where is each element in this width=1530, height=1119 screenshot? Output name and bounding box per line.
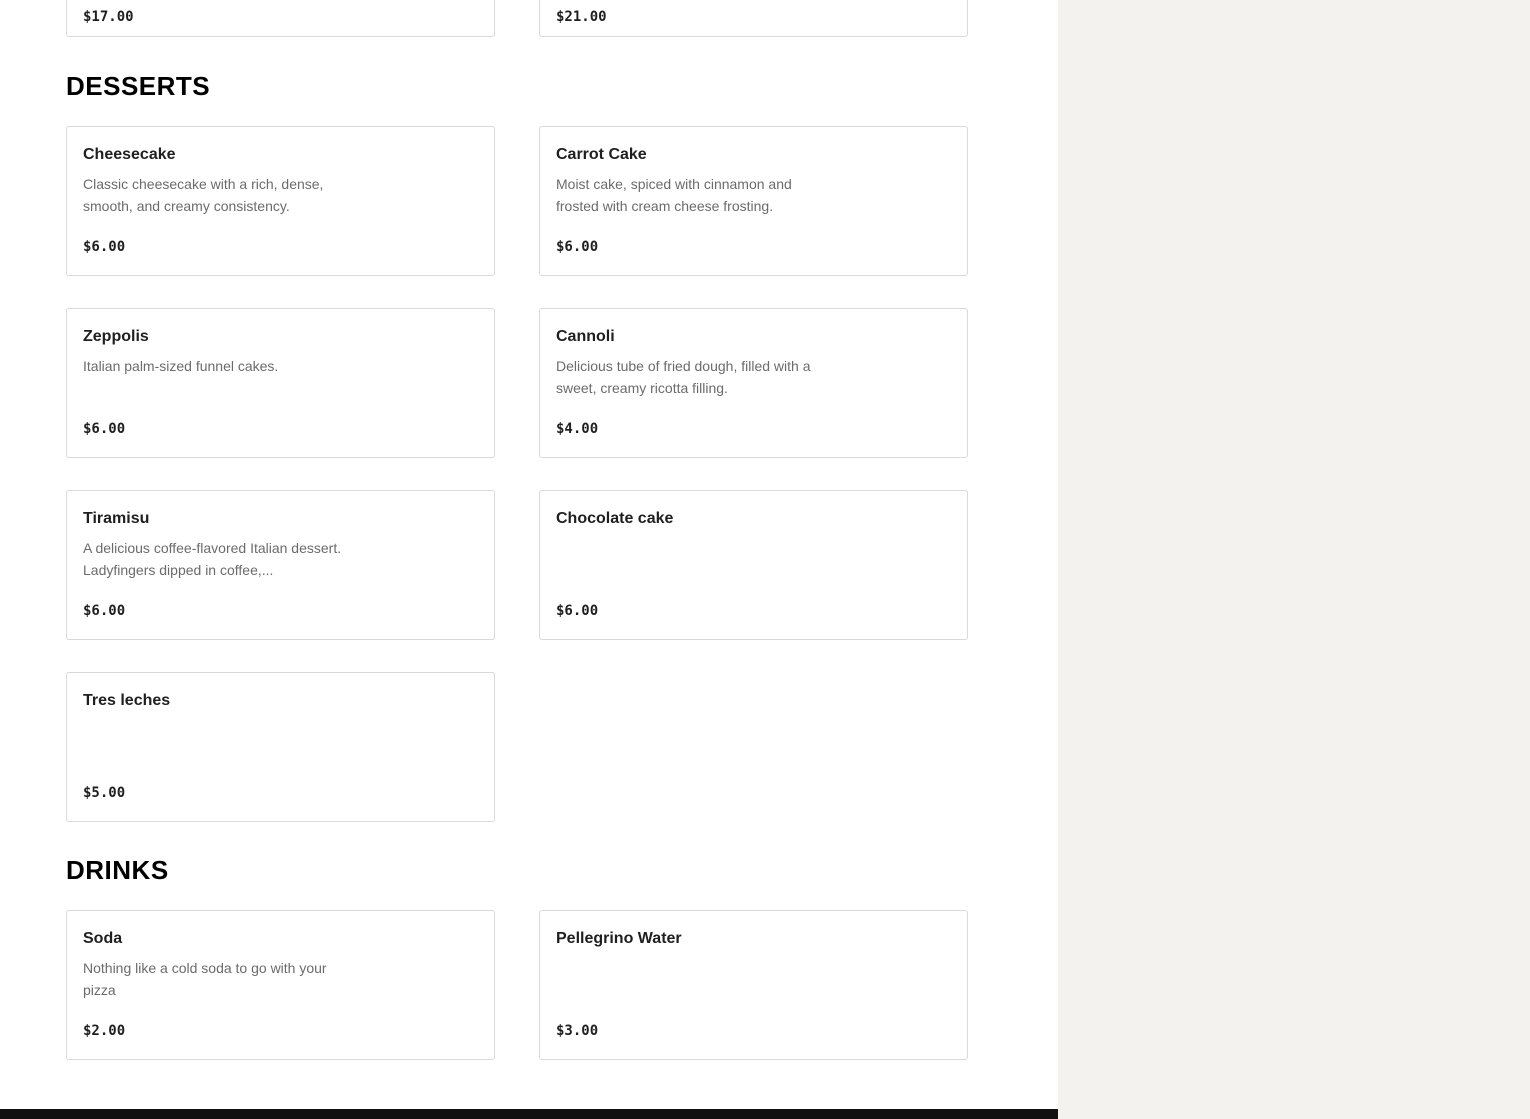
item-name: Chocolate cake: [556, 510, 674, 527]
menu-item-tres-leches[interactable]: Tres leches $5.00: [66, 672, 495, 822]
menu-item-soda[interactable]: Soda Nothing like a cold soda to go with…: [66, 910, 495, 1060]
item-description: Italian palm-sized funnel cakes.: [83, 358, 279, 374]
menu-main-column: $17.00 $21.00 DESSERTS Cheesecake Classi…: [0, 0, 1058, 1119]
item-name: Tres leches: [83, 692, 171, 709]
item-price: $5.00: [83, 785, 126, 801]
side-panel: [1058, 0, 1530, 1119]
item-name: Cheesecake: [83, 146, 176, 163]
section-title-desserts: DESSERTS: [66, 71, 211, 101]
item-description: A delicious coffee-flavored Italian dess…: [83, 540, 342, 578]
menu-item-cannoli[interactable]: Cannoli Delicious tube of fried dough, f…: [539, 308, 968, 458]
menu-item-pellegrino-water[interactable]: Pellegrino Water $3.00: [539, 910, 968, 1060]
item-price: $6.00: [556, 603, 599, 619]
item-description: Classic cheesecake with a rich, dense, s…: [83, 176, 324, 214]
item-price: $21.00: [556, 9, 607, 25]
menu-item-chocolate-cake[interactable]: Chocolate cake $6.00: [539, 490, 968, 640]
item-description: Delicious tube of fried dough, filled wi…: [556, 358, 811, 396]
item-price: $4.00: [556, 421, 599, 437]
menu-item-tiramisu[interactable]: Tiramisu A delicious coffee-flavored Ita…: [66, 490, 495, 640]
item-price: $17.00: [83, 9, 134, 25]
item-name: Zeppolis: [83, 328, 149, 345]
item-description: Nothing like a cold soda to go with your…: [83, 960, 327, 998]
item-price: $6.00: [83, 421, 126, 437]
item-price: $6.00: [83, 603, 126, 619]
item-name: Tiramisu: [83, 510, 150, 527]
item-description: Moist cake, spiced with cinnamon and fro…: [556, 176, 792, 214]
item-name: Pellegrino Water: [556, 930, 682, 947]
item-price: $3.00: [556, 1023, 599, 1039]
item-price: $6.00: [83, 239, 126, 255]
item-price: $2.00: [83, 1023, 126, 1039]
menu-item-card[interactable]: $17.00: [66, 0, 495, 37]
item-name: Cannoli: [556, 328, 615, 345]
item-name: Soda: [83, 930, 123, 947]
menu-item-zeppolis[interactable]: Zeppolis Italian palm-sized funnel cakes…: [66, 308, 495, 458]
menu-item-carrot-cake[interactable]: Carrot Cake Moist cake, spiced with cinn…: [539, 126, 968, 276]
menu-item-card[interactable]: $21.00: [539, 0, 968, 37]
menu-item-cheesecake[interactable]: Cheesecake Classic cheesecake with a ric…: [66, 126, 495, 276]
item-price: $6.00: [556, 239, 599, 255]
item-name: Carrot Cake: [556, 146, 647, 163]
section-title-drinks: DRINKS: [66, 855, 169, 885]
footer-bar: [0, 1109, 1058, 1119]
